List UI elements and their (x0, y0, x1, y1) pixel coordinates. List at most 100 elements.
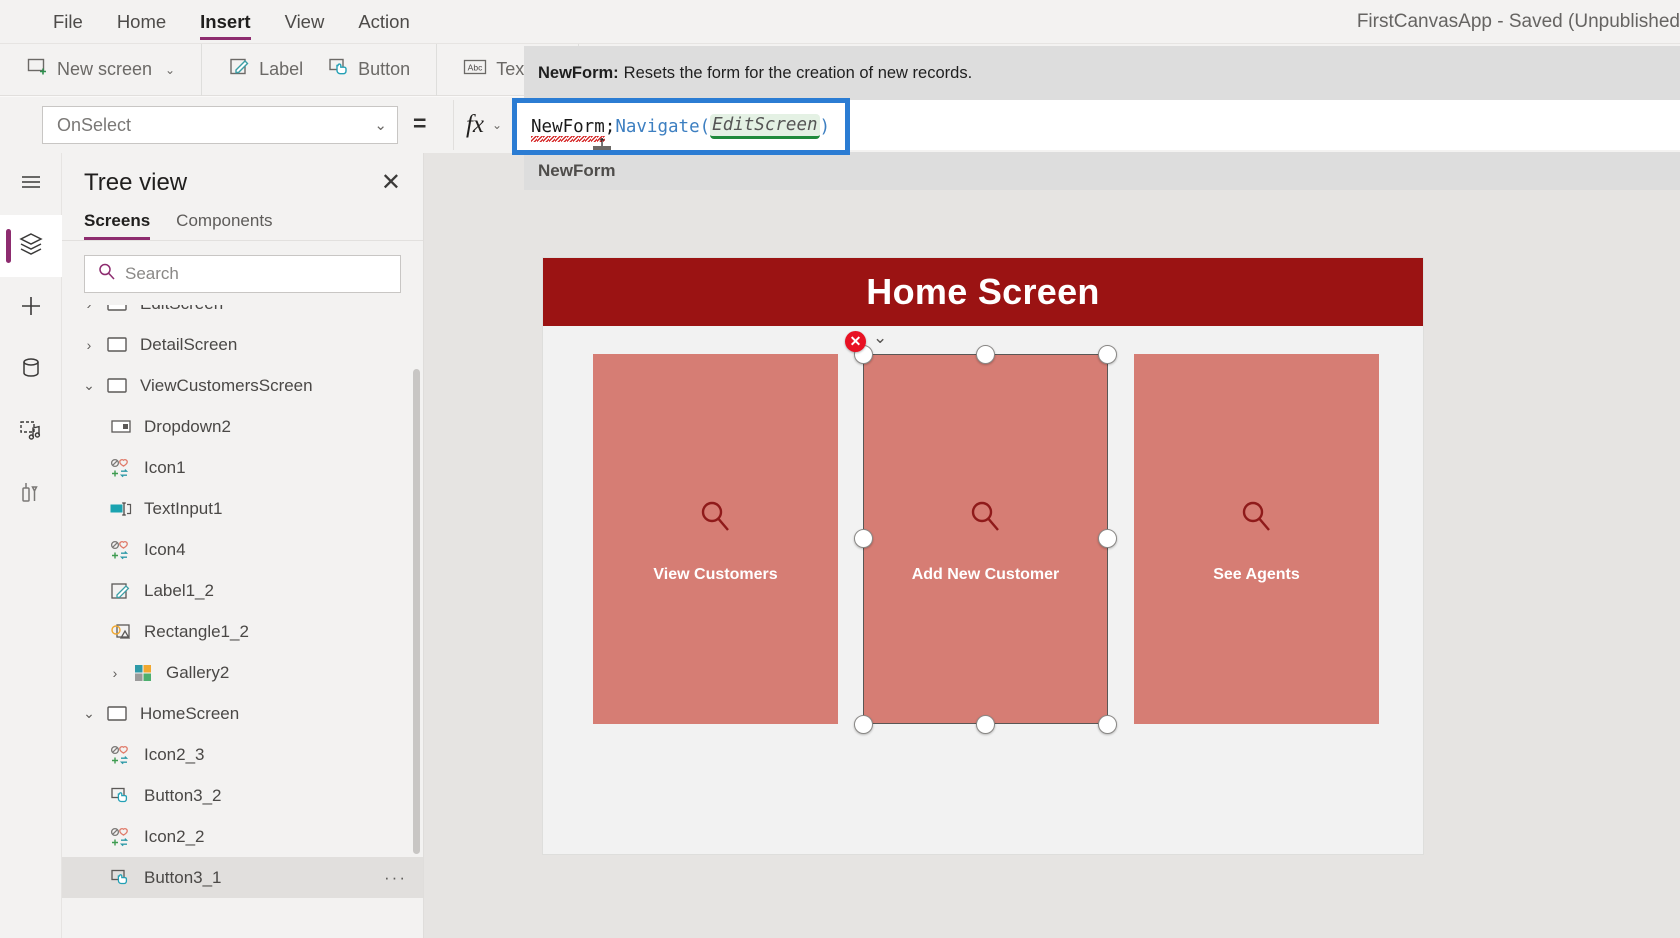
main-menu-bar: File Home Insert View Action (0, 0, 427, 44)
new-screen-button[interactable]: New screen ⌄ (14, 50, 187, 89)
resize-handle-top-right[interactable] (1098, 345, 1117, 364)
label-button-label: Label (259, 59, 304, 79)
textinput-icon (106, 500, 136, 518)
collapse-chevron-icon[interactable]: ⌄ (76, 705, 102, 722)
see-agents-card[interactable]: See Agents (1134, 354, 1379, 724)
label-icon (106, 581, 136, 601)
resize-handle-top-center[interactable] (976, 345, 995, 364)
view-customers-card[interactable]: View Customers (593, 354, 838, 724)
button-icon (106, 786, 136, 806)
menu-label: Home (116, 10, 167, 32)
chevron-down-icon[interactable]: ⌄ (165, 63, 175, 77)
new-screen-label: New screen (57, 59, 153, 79)
error-badge-icon[interactable]: ✕ (845, 331, 866, 352)
formula-token-newform: NewForm (531, 116, 605, 142)
resize-handle-middle-left[interactable] (854, 529, 873, 548)
tree-row-gallery2[interactable]: › Gallery2 (62, 652, 423, 693)
tree-row-editscreen[interactable]: › EditScreen (62, 305, 423, 324)
screen-icon (102, 704, 132, 724)
tree-row-icon1[interactable]: Icon1 (62, 447, 423, 488)
tree-item-label: Label1_2 (144, 580, 214, 600)
expand-chevron-icon[interactable]: › (76, 337, 102, 353)
tab-screens[interactable]: Screens (84, 211, 151, 240)
menu-item-action[interactable]: Action (341, 0, 426, 44)
property-dropdown[interactable]: OnSelect ⌄ (42, 106, 398, 144)
menu-item-view[interactable]: View (268, 0, 342, 44)
text-cursor-bar (593, 146, 611, 150)
formula-input[interactable]: NewForm; Navigate(EditScreen) ↑ (517, 103, 845, 150)
tree-item-label: TextInput1 (144, 498, 223, 518)
chevron-down-icon[interactable]: ⌄ (873, 328, 887, 348)
tree-row-button3-1[interactable]: Button3_1 ··· (62, 857, 423, 898)
tree-view-button[interactable] (0, 215, 62, 277)
screen-icon (102, 335, 132, 355)
screen-icon (102, 376, 132, 396)
canvas-area[interactable]: Home Screen View Customers Add New Custo… (424, 153, 1680, 938)
tree-row-label1-2[interactable]: Label1_2 (62, 570, 423, 611)
media-icon (18, 417, 44, 448)
app-screen-preview[interactable]: Home Screen View Customers Add New Custo… (543, 258, 1423, 854)
tree-row-rectangle1-2[interactable]: Rectangle1_2 (62, 611, 423, 652)
button-button[interactable]: Button (315, 50, 422, 89)
tree-item-label: Icon1 (144, 457, 186, 477)
tree-row-icon2-2[interactable]: Icon2_2 (62, 816, 423, 857)
chevron-down-icon: ⌄ (491, 118, 503, 132)
hamburger-menu-button[interactable] (0, 153, 62, 215)
screen-icon (102, 305, 132, 314)
tree-item-list[interactable]: › EditScreen › DetailScreen ⌄ ViewCustom… (62, 305, 423, 938)
app-title: FirstCanvasApp - Saved (Unpublished (1356, 11, 1680, 32)
menu-item-home[interactable]: Home (100, 0, 183, 44)
search-input[interactable]: Search (84, 255, 401, 293)
menu-item-file[interactable]: File (36, 0, 100, 44)
suggestion-item-newform[interactable]: NewForm (538, 161, 615, 181)
tree-row-dropdown2[interactable]: Dropdown2 (62, 406, 423, 447)
menu-label: File (53, 10, 83, 32)
resize-handle-bottom-left[interactable] (854, 715, 873, 734)
screen-title-label: Home Screen (866, 271, 1100, 312)
expand-chevron-icon[interactable]: › (76, 305, 102, 312)
expand-chevron-icon[interactable]: › (102, 665, 128, 681)
label-button[interactable]: Label (216, 50, 315, 89)
tree-row-viewcustomersscreen[interactable]: ⌄ ViewCustomersScreen (62, 365, 423, 406)
formula-token-navigate: Navigate (615, 116, 700, 137)
advanced-tools-button[interactable] (0, 463, 62, 525)
resize-handle-middle-right[interactable] (1098, 529, 1117, 548)
close-icon[interactable]: ✕ (381, 171, 401, 195)
tree-item-label: ViewCustomersScreen (140, 375, 313, 395)
insert-button[interactable] (0, 277, 62, 339)
card-label: See Agents (1213, 565, 1300, 583)
data-button[interactable] (0, 339, 62, 401)
menu-label: Action (358, 10, 410, 32)
tree-row-homescreen[interactable]: ⌄ HomeScreen (62, 693, 423, 734)
formula-suggestion-list: NewForm (524, 152, 1680, 190)
fx-button[interactable]: fx ⌄ (453, 100, 515, 150)
icon-shape-icon (106, 458, 136, 478)
collapse-chevron-icon[interactable]: ⌄ (76, 377, 102, 394)
tree-row-icon4[interactable]: Icon4 (62, 529, 423, 570)
tree-item-label: Gallery2 (166, 662, 230, 682)
tree-view-tabs: Screens Components (62, 203, 423, 241)
insert-plus-icon (18, 293, 44, 324)
tree-item-label: Rectangle1_2 (144, 621, 249, 641)
tree-row-detailscreen[interactable]: › DetailScreen (62, 324, 423, 365)
screen-header-bar[interactable]: Home Screen (543, 258, 1423, 326)
card-label: Add New Customer (911, 565, 1060, 583)
tree-item-label: Button3_1 (144, 867, 222, 887)
tree-row-textinput1[interactable]: TextInput1 (62, 488, 423, 529)
fx-icon: fx (465, 111, 484, 138)
dropdown-icon (106, 418, 136, 436)
more-options-icon[interactable]: ··· (384, 868, 423, 888)
tree-view-scrollbar[interactable] (413, 369, 420, 854)
add-new-customer-card[interactable]: Add New Customer (863, 354, 1108, 724)
shapes-icon (106, 622, 136, 642)
search-placeholder: Search (125, 264, 179, 283)
tree-view-panel: Tree view ✕ Screens Components Search › … (62, 153, 424, 938)
media-button[interactable] (0, 401, 62, 463)
tab-components[interactable]: Components (176, 211, 272, 240)
tree-row-icon2-3[interactable]: Icon2_3 (62, 734, 423, 775)
resize-handle-bottom-center[interactable] (976, 715, 995, 734)
resize-handle-bottom-right[interactable] (1098, 715, 1117, 734)
tree-row-button3-2[interactable]: Button3_2 (62, 775, 423, 816)
left-icon-rail (0, 153, 62, 938)
menu-item-insert[interactable]: Insert (183, 0, 267, 44)
